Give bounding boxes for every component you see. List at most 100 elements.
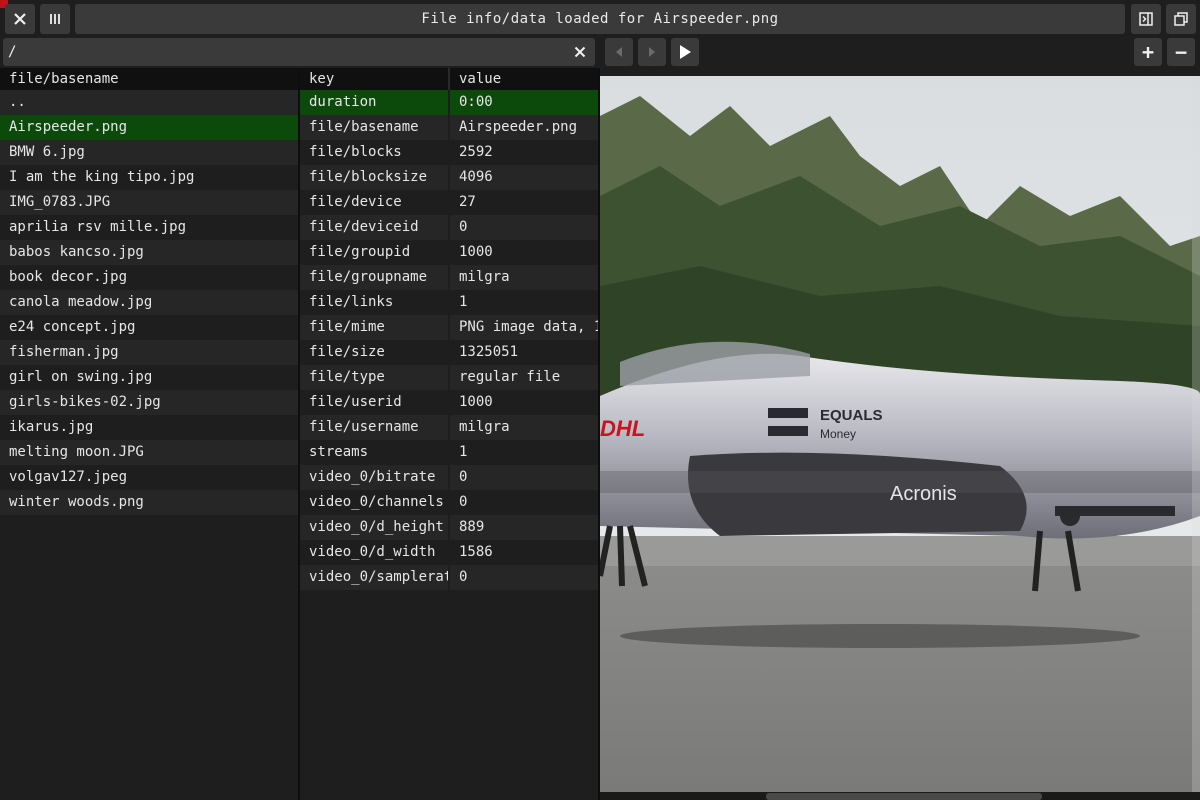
info-value-cell: 4096 xyxy=(459,169,493,185)
info-key-cell: video_0/d_width xyxy=(300,540,450,565)
info-table-row[interactable]: file/size 1325051 xyxy=(300,340,598,365)
info-table-row[interactable]: video_0/d_width 1586 xyxy=(300,540,598,565)
file-list-item[interactable]: girl on swing.jpg xyxy=(0,365,298,390)
livery-equals: EQUALS xyxy=(820,407,883,424)
file-list[interactable]: file/basename .. Airspeeder.png BMW 6.jpg I… xyxy=(0,68,298,515)
file-list-item[interactable]: babos kancso.jpg xyxy=(0,240,298,265)
previous-button[interactable] xyxy=(605,38,633,66)
info-key-cell: file/device xyxy=(300,190,450,215)
info-table[interactable]: key value duration 0:00 file/basename Airsp… xyxy=(300,68,598,590)
file-list-header[interactable]: file/basename xyxy=(0,68,298,90)
info-value-cell: Airspeeder.png xyxy=(459,119,578,135)
restore-window-icon xyxy=(1174,12,1188,26)
value-column-header[interactable]: value xyxy=(450,68,598,90)
info-value-cell: milgra xyxy=(459,269,510,285)
info-table-row[interactable]: file/groupname milgra xyxy=(300,265,598,290)
info-table-row[interactable]: duration 0:00 xyxy=(300,90,598,115)
info-table-row[interactable]: file/type regular file xyxy=(300,365,598,390)
next-icon xyxy=(649,47,655,57)
info-key-cell: file/groupid xyxy=(300,240,450,265)
info-table-row[interactable]: file/deviceid 0 xyxy=(300,215,598,240)
file-list-item[interactable]: book decor.jpg xyxy=(0,265,298,290)
info-key-cell: file/groupname xyxy=(300,265,450,290)
previous-icon xyxy=(616,47,622,57)
info-table-row[interactable]: file/mime PNG image data, 1 xyxy=(300,315,598,340)
zoom-out-label: − xyxy=(1174,40,1188,64)
info-key-cell: file/size xyxy=(300,340,450,365)
key-column-header[interactable]: key xyxy=(300,68,450,90)
file-list-item[interactable]: IMG_0783.JPG xyxy=(0,190,298,215)
info-value-cell: 0 xyxy=(459,219,468,235)
info-table-row[interactable]: video_0/d_height 889 xyxy=(300,515,598,540)
info-table-row[interactable]: video_0/bitrate 0 xyxy=(300,465,598,490)
file-list-item[interactable]: aprilia rsv mille.jpg xyxy=(0,215,298,240)
image-preview[interactable]: DHL EQUALS Money Acronis xyxy=(600,76,1200,792)
clear-path-button[interactable] xyxy=(568,40,592,64)
info-table-row[interactable]: file/userid 1000 xyxy=(300,390,598,415)
info-value-cell: 1 xyxy=(459,444,468,460)
info-key-cell: file/blocksize xyxy=(300,165,450,190)
info-value-cell: 889 xyxy=(459,519,485,535)
file-list-item[interactable]: .. xyxy=(0,90,298,115)
file-list-item[interactable]: canola meadow.jpg xyxy=(0,290,298,315)
info-table-row[interactable]: file/blocks 2592 xyxy=(300,140,598,165)
info-table-row[interactable]: file/blocksize 4096 xyxy=(300,165,598,190)
file-list-item[interactable]: volgav127.jpeg xyxy=(0,465,298,490)
info-table-row[interactable]: file/username milgra xyxy=(300,415,598,440)
file-list-item[interactable]: e24 concept.jpg xyxy=(0,315,298,340)
zoom-in-button[interactable]: + xyxy=(1134,38,1162,66)
close-button[interactable] xyxy=(5,4,35,34)
clear-icon xyxy=(574,46,586,58)
columns-icon xyxy=(50,14,60,24)
info-key-cell: file/links xyxy=(300,290,450,315)
info-table-row[interactable]: streams 1 xyxy=(300,440,598,465)
zoom-out-button[interactable]: − xyxy=(1167,38,1195,66)
info-key-cell: file/deviceid xyxy=(300,215,450,240)
info-table-row[interactable]: file/device 27 xyxy=(300,190,598,215)
info-key-cell: video_0/channels xyxy=(300,490,450,515)
info-key-cell: video_0/d_height xyxy=(300,515,450,540)
restore-window-button[interactable] xyxy=(1166,4,1196,34)
info-key-cell: file/type xyxy=(300,365,450,390)
horizontal-scroll-thumb[interactable] xyxy=(766,793,1042,800)
file-list-item[interactable]: I am the king tipo.jpg xyxy=(0,165,298,190)
file-list-item[interactable]: ikarus.jpg xyxy=(0,415,298,440)
info-value-cell: 2592 xyxy=(459,144,493,160)
file-list-item[interactable]: BMW 6.jpg xyxy=(0,140,298,165)
window-title: File info/data loaded for Airspeeder.png xyxy=(75,4,1125,34)
info-table-header: key value xyxy=(300,68,598,90)
info-key-cell: video_0/bitrate xyxy=(300,465,450,490)
info-table-row[interactable]: video_0/samplerate 0 xyxy=(300,565,598,590)
vertical-scrollbar[interactable] xyxy=(1192,76,1200,792)
info-value-cell: 1000 xyxy=(459,244,493,260)
play-button[interactable] xyxy=(671,38,699,66)
info-value-cell: 0 xyxy=(459,469,468,485)
info-key-cell: duration xyxy=(300,90,450,115)
livery-money: Money xyxy=(820,427,856,441)
info-value-cell: 0:00 xyxy=(459,94,493,110)
file-list-item[interactable]: winter woods.png xyxy=(0,490,298,515)
zoom-in-label: + xyxy=(1141,40,1155,64)
info-value-cell: PNG image data, 1 xyxy=(459,319,598,335)
file-list-item[interactable]: melting moon.JPG xyxy=(0,440,298,465)
info-value-cell: regular file xyxy=(459,369,561,385)
info-table-row[interactable]: video_0/channels 0 xyxy=(300,490,598,515)
window-title-text: File info/data loaded for Airspeeder.png xyxy=(421,11,779,27)
info-key-cell: file/basename xyxy=(300,115,450,140)
next-button[interactable] xyxy=(638,38,666,66)
info-table-row[interactable]: file/groupid 1000 xyxy=(300,240,598,265)
sidebar-toggle-button[interactable] xyxy=(1131,4,1161,34)
info-table-row[interactable]: file/links 1 xyxy=(300,290,598,315)
info-value-cell: 27 xyxy=(459,194,476,210)
info-value-cell: 1586 xyxy=(459,544,493,560)
play-icon xyxy=(680,45,691,59)
airspeeder-image: DHL EQUALS Money Acronis xyxy=(600,76,1200,792)
info-key-cell: streams xyxy=(300,440,450,465)
path-input[interactable] xyxy=(3,38,595,66)
file-list-item[interactable]: Airspeeder.png xyxy=(0,115,298,140)
columns-button[interactable] xyxy=(40,4,70,34)
close-icon xyxy=(14,13,26,25)
info-table-row[interactable]: file/basename Airspeeder.png xyxy=(300,115,598,140)
file-list-item[interactable]: girls-bikes-02.jpg xyxy=(0,390,298,415)
file-list-item[interactable]: fisherman.jpg xyxy=(0,340,298,365)
